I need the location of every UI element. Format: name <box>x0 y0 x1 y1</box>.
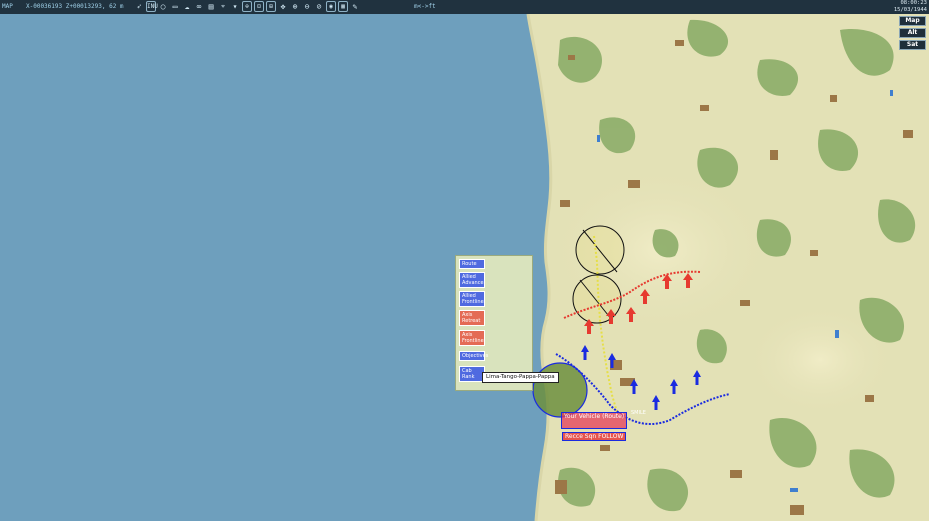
zoom-box-icon[interactable]: ⊡ <box>254 1 264 12</box>
link-icon[interactable]: ∞ <box>194 1 204 12</box>
objective-circle-north[interactable] <box>575 225 625 275</box>
globe-icon[interactable]: ◉ <box>326 1 336 12</box>
circle-tool-icon[interactable]: ○ <box>158 1 168 12</box>
map-mode-label: MAP <box>2 3 13 10</box>
zoom-fit-icon[interactable]: ⊞ <box>266 1 276 12</box>
grid-icon[interactable]: ▦ <box>338 1 348 12</box>
label-tool-icon[interactable]: ▭ <box>170 1 180 12</box>
pencil-icon[interactable]: ✎ <box>350 1 360 12</box>
zoom-reset-icon[interactable]: ⊘ <box>314 1 324 12</box>
map-legend: Route Allied Advance Allied Frontline Ax… <box>455 255 533 391</box>
clock-date: 15/03/1944 <box>893 6 927 13</box>
legend-allied-front: Allied Frontline <box>459 291 485 307</box>
map-toolbar: MAP X-00036193 Z+00013293, 62 m ➶ INU ○ … <box>0 0 929 14</box>
grid-toggle-icon[interactable]: INU <box>146 1 158 12</box>
legend-allied-advance: Allied Advance <box>459 272 485 288</box>
recce-squadron-label[interactable]: Recce Sqn FOLLOW <box>562 432 627 441</box>
mission-clock: 08:00:23 15/03/1944 <box>894 0 927 13</box>
legend-route: Route <box>459 259 485 269</box>
cursor-coordinates: X-00036193 Z+00013293, 62 m <box>26 3 124 10</box>
cloud-icon[interactable]: ☁ <box>182 1 192 12</box>
cursor-icon[interactable]: ➶ <box>134 1 144 12</box>
map-view-button[interactable]: Map <box>899 16 926 26</box>
smile-marker-label: SMILE <box>631 410 646 416</box>
vehicle-marker-label[interactable]: Your Vehicle (Route) <box>561 412 627 429</box>
sat-view-button[interactable]: Sat <box>899 40 926 50</box>
units-toggle[interactable]: m<->ft <box>414 3 436 10</box>
zoom-out-icon[interactable]: ⊖ <box>302 1 312 12</box>
filter-icon[interactable]: ▾ <box>230 1 240 12</box>
alt-view-button[interactable]: Alt <box>899 28 926 38</box>
cab-rank-callout: Lima-Tango-Pappa-Pappa <box>482 372 559 383</box>
pan-icon[interactable]: ✥ <box>278 1 288 12</box>
zoom-in-icon[interactable]: ⊕ <box>290 1 300 12</box>
legend-axis-retreat: Axis Retreat <box>459 310 485 326</box>
toolbar-icon-row: ➶ INU ○ ▭ ☁ ∞ ▤ ⌔ ▾ ⊕ ⊡ ⊞ ✥ ⊕ ⊖ ⊘ ◉ ▦ ✎ <box>134 1 360 12</box>
zoom-area-icon[interactable]: ⊕ <box>242 1 252 12</box>
signal-icon[interactable]: ⌔ <box>218 1 228 12</box>
layers-icon[interactable]: ▤ <box>206 1 216 12</box>
legend-axis-front: Axis Frontline <box>459 330 485 346</box>
legend-objectives: Objectives <box>459 351 488 361</box>
